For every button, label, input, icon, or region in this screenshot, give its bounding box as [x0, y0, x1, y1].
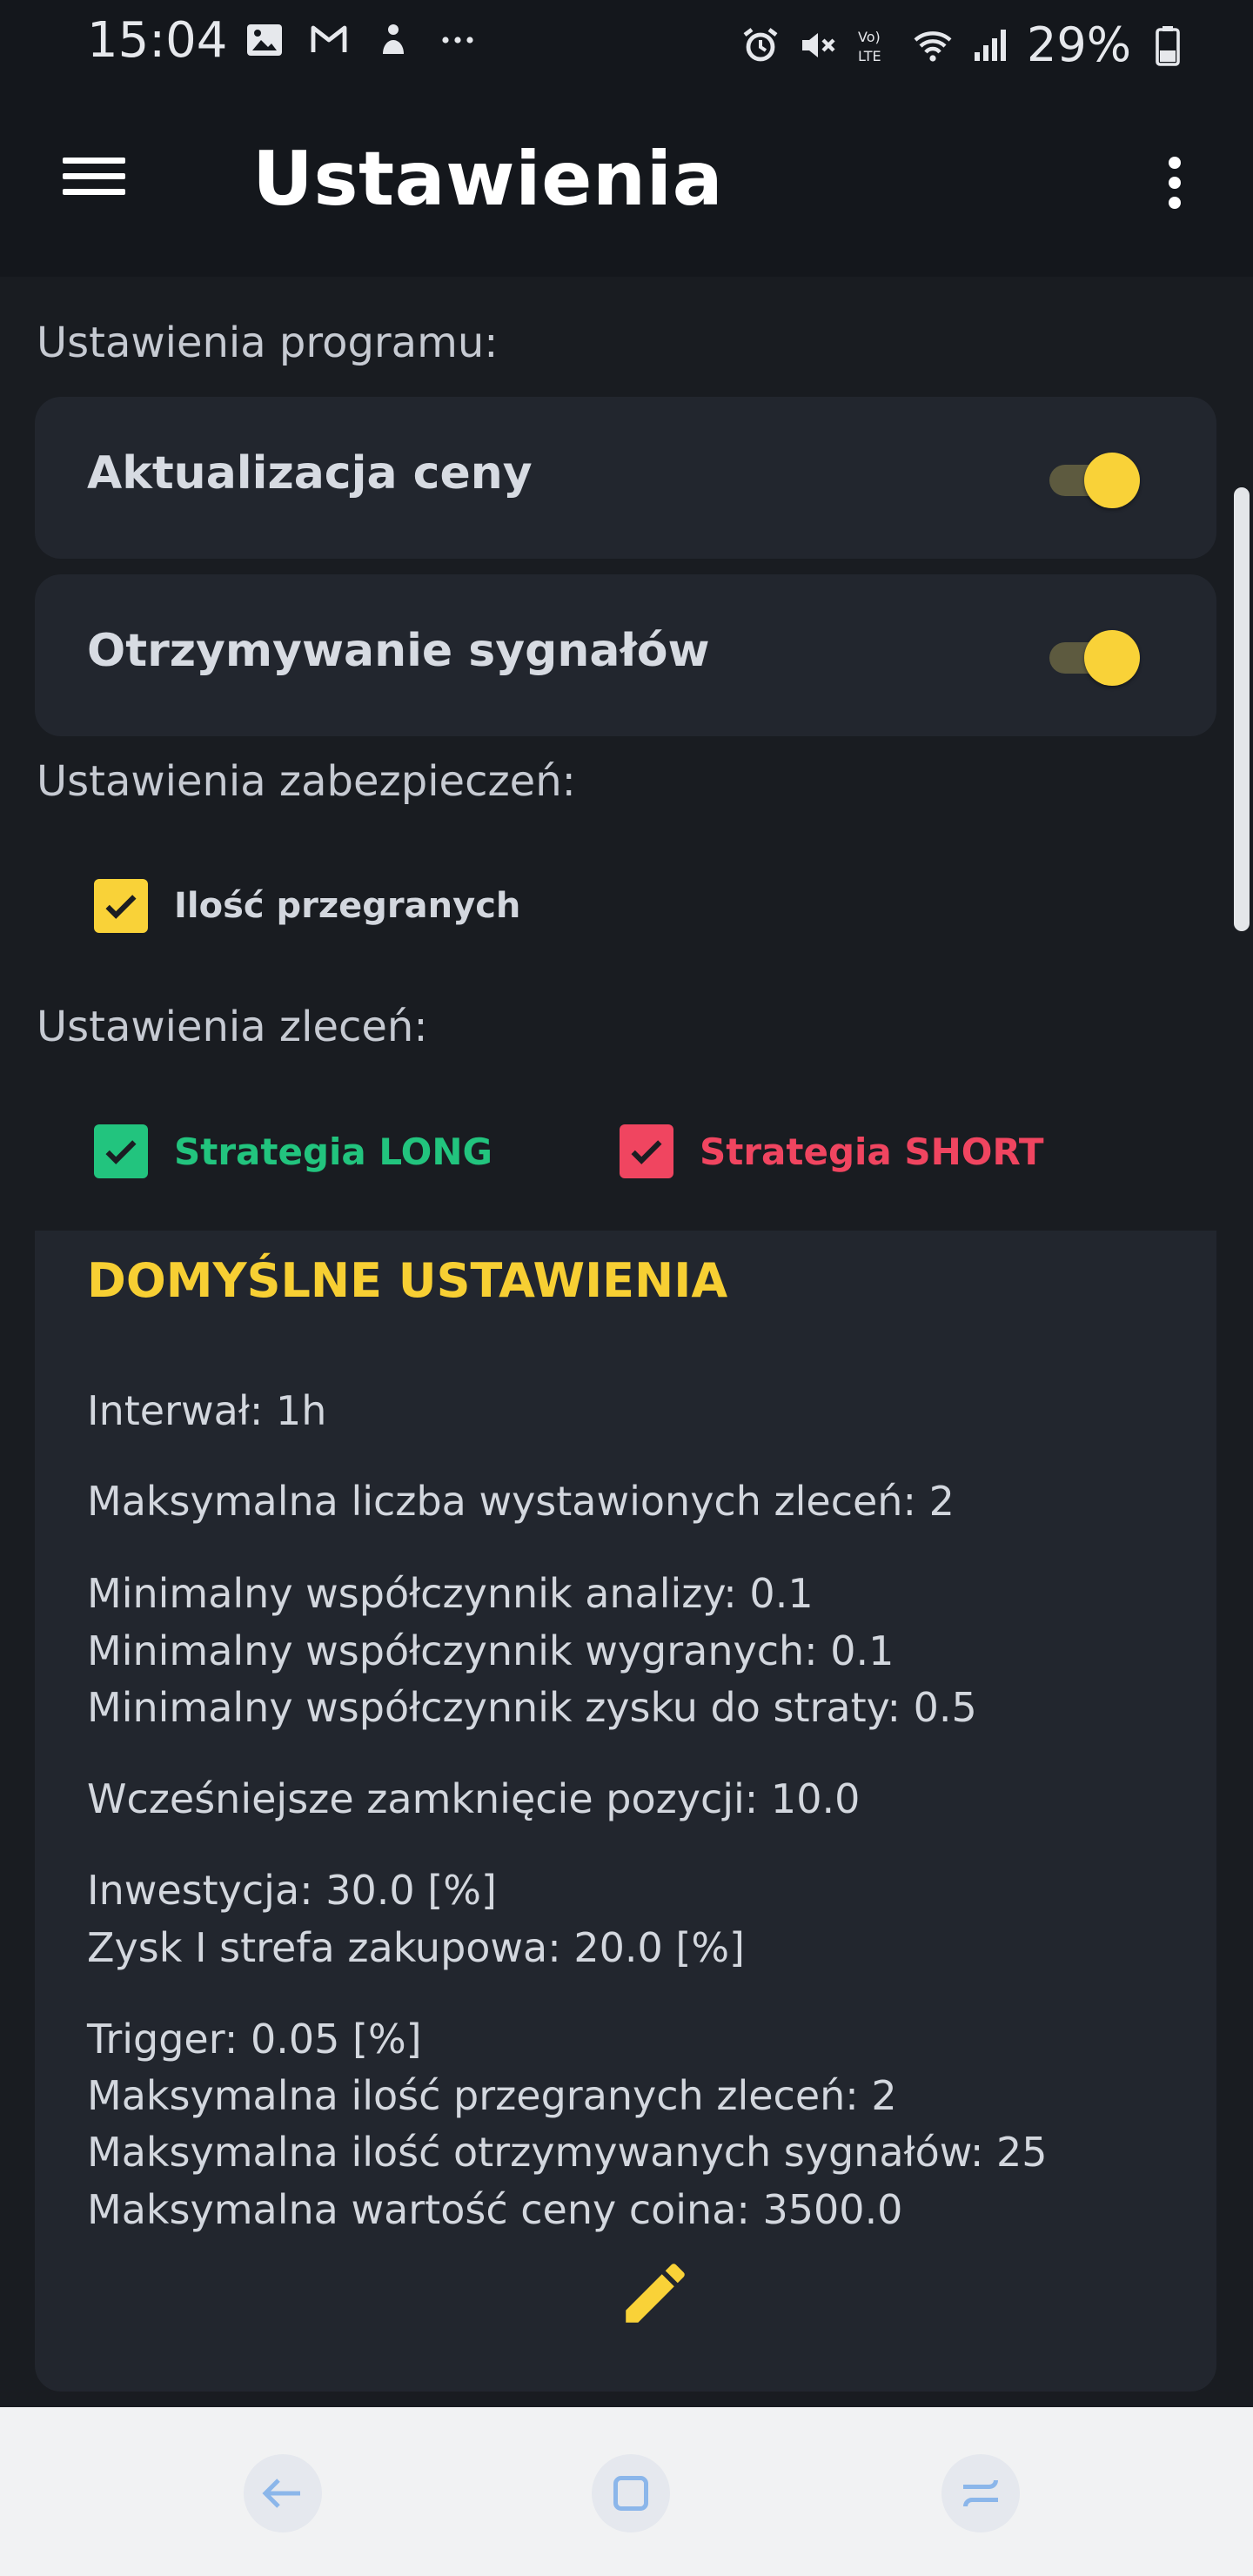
more-dots-icon [442, 37, 473, 44]
short-strategy-label: Strategia SHORT [700, 1130, 1044, 1173]
status-time: 15:04 [87, 12, 228, 69]
svg-text:LTE: LTE [858, 48, 881, 64]
recents-icon [963, 2479, 998, 2507]
page-title: Ustawienia [252, 136, 724, 223]
hamburger-menu-button[interactable] [54, 148, 134, 214]
svg-text:Vo): Vo) [858, 29, 881, 45]
info-line: Trigger: 0.05 [%] [87, 2016, 422, 2063]
price-update-row[interactable]: Aktualizacja ceny [35, 397, 1216, 559]
info-line: Wcześniejsze zamknięcie pozycji: 10.0 [87, 1775, 861, 1822]
order-settings-header: Ustawienia zleceń: [37, 1003, 428, 1051]
home-square-icon [613, 2476, 648, 2511]
edit-button[interactable] [616, 2254, 694, 2332]
switch-thumb [1084, 630, 1140, 686]
long-strategy-checkbox[interactable] [94, 1124, 148, 1178]
program-settings-header: Ustawienia programu: [37, 319, 499, 367]
status-left-icons [244, 19, 479, 61]
signals-label: Otrzymywanie sygnałów [87, 625, 710, 677]
more-vert-dot [1169, 197, 1181, 209]
menu-icon [63, 158, 125, 164]
default-settings-title: DOMYŚLNE USTAWIENIA [87, 1253, 728, 1308]
gmail-icon [311, 25, 347, 52]
losses-checkbox-row[interactable]: Ilość przegranych [94, 879, 520, 933]
menu-icon-bar [63, 189, 125, 195]
volte-icon: Vo) LTE [858, 29, 881, 64]
info-line: Minimalny współczynnik zysku do straty: … [87, 1684, 977, 1731]
info-line: Minimalny współczynnik wygranych: 0.1 [87, 1627, 895, 1674]
back-button[interactable] [244, 2454, 322, 2532]
system-nav-bar [0, 2407, 1253, 2576]
mute-icon [802, 32, 835, 57]
app-bar: Ustawienia [0, 87, 1253, 277]
short-strategy-checkbox[interactable] [620, 1124, 673, 1178]
switch-thumb [1084, 453, 1140, 508]
check-icon [105, 895, 137, 919]
battery-icon [1156, 25, 1180, 66]
info-line: Inwestycja: 30.0 [%] [87, 1867, 497, 1914]
status-bar: 15:04 Vo) LTE 29% [0, 0, 1253, 87]
check-icon [631, 1140, 662, 1164]
price-update-label: Aktualizacja ceny [87, 447, 533, 500]
back-arrow-icon [262, 2479, 300, 2508]
info-line: Maksymalna ilość przegranych zleceń: 2 [87, 2072, 897, 2119]
check-icon [105, 1140, 137, 1164]
signal-icon [975, 29, 1006, 61]
info-line: Maksymalna liczba wystawionych zleceń: 2 [87, 1478, 955, 1525]
info-line: Maksymalna ilość otrzymywanych sygnałów:… [87, 2129, 1048, 2176]
recents-button[interactable] [941, 2454, 1020, 2532]
overflow-menu-button[interactable] [1149, 150, 1201, 216]
default-settings-card: DOMYŚLNE USTAWIENIA Interwał: 1h Maksyma… [35, 1231, 1216, 2392]
info-line: Interwał: 1h [87, 1387, 327, 1434]
long-strategy-row[interactable]: Strategia LONG [94, 1124, 492, 1178]
security-settings-header: Ustawienia zabezpieczeń: [37, 757, 576, 806]
more-vert-icon [1169, 157, 1181, 169]
more-vert-dot [1169, 177, 1181, 189]
losses-checkbox[interactable] [94, 879, 148, 933]
info-line: Zysk I strefa zakupowa: 20.0 [%] [87, 1924, 745, 1971]
short-strategy-row[interactable]: Strategia SHORT [620, 1124, 1044, 1178]
home-button[interactable] [592, 2454, 670, 2532]
pencil-icon [626, 2264, 685, 2323]
battery-percentage: 29% [1027, 17, 1132, 72]
long-strategy-label: Strategia LONG [174, 1130, 492, 1173]
signals-row[interactable]: Otrzymywanie sygnałów [35, 574, 1216, 736]
wifi-icon [914, 30, 952, 62]
notification-icon [383, 24, 404, 54]
scrollbar[interactable] [1234, 487, 1250, 931]
price-update-switch[interactable] [1046, 453, 1143, 508]
status-right-icons: Vo) LTE 29% [740, 17, 1189, 72]
gallery-icon [247, 24, 282, 56]
menu-icon-bar [63, 173, 125, 179]
info-line: Maksymalna wartość ceny coina: 3500.0 [87, 2186, 903, 2233]
losses-checkbox-label: Ilość przegranych [174, 886, 521, 926]
info-line: Minimalny współczynnik analizy: 0.1 [87, 1570, 814, 1617]
signals-switch[interactable] [1046, 630, 1143, 686]
alarm-icon [743, 27, 778, 61]
